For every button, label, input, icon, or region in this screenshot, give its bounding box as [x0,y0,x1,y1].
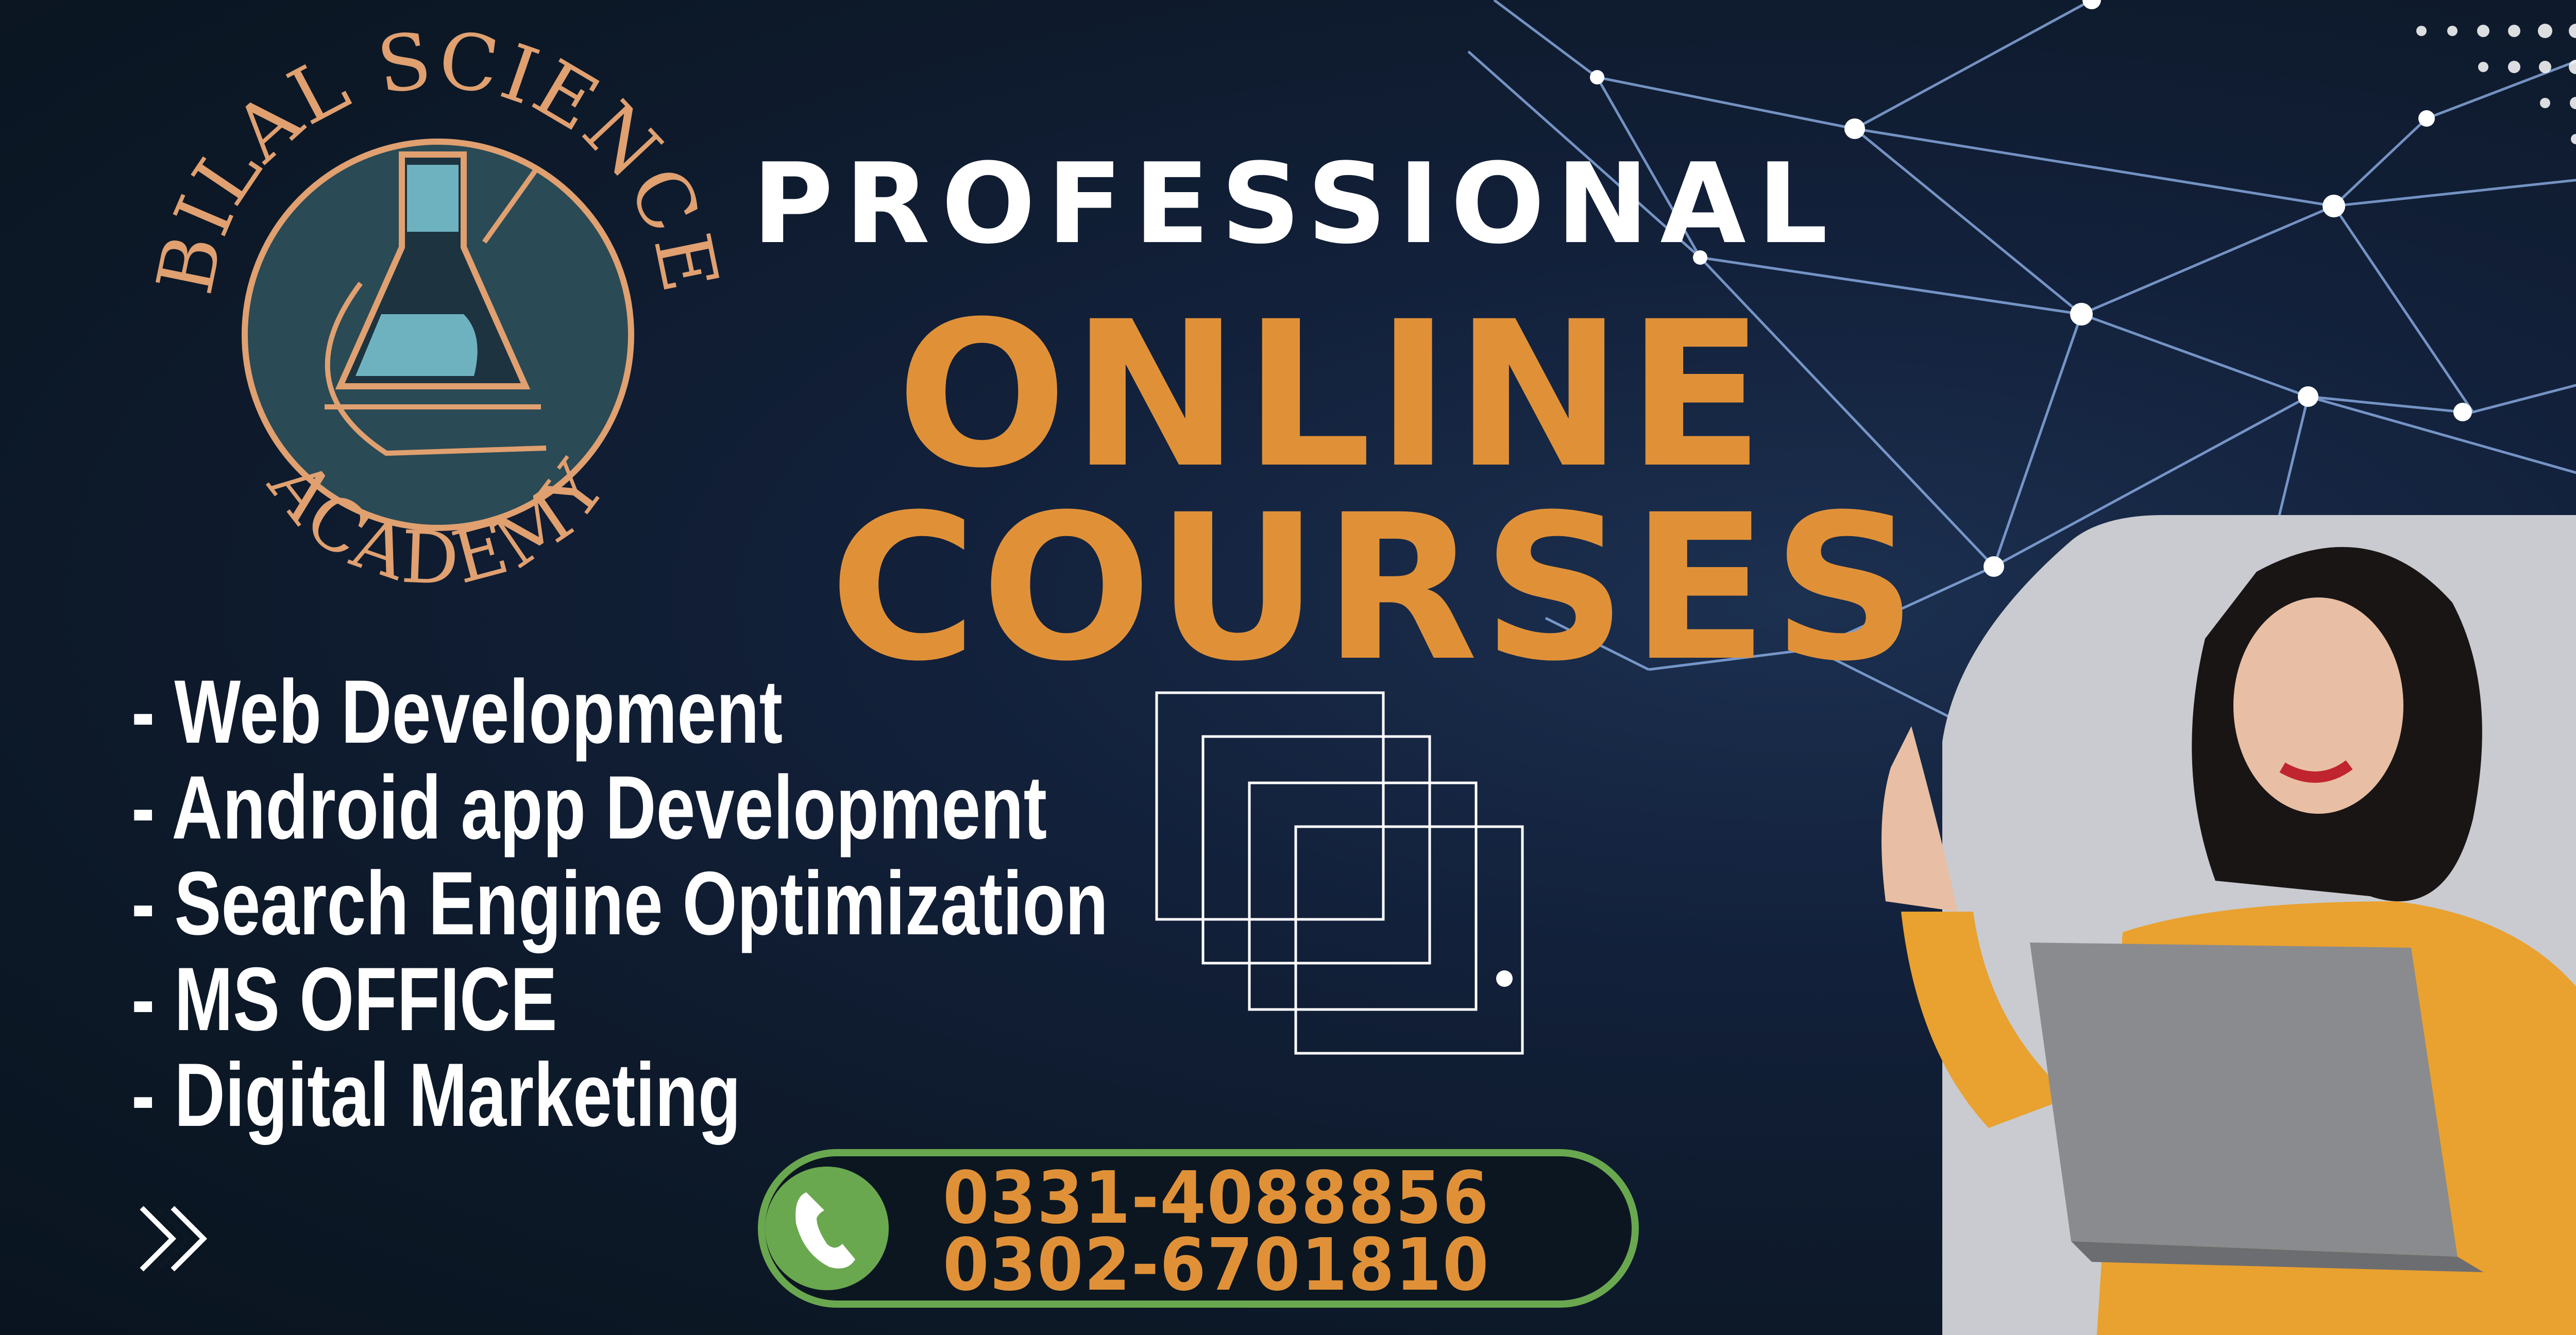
course-item: - Web Development [131,662,783,762]
course-item: - MS OFFICE [131,949,557,1050]
headline-professional: PROFESSIONAL [752,139,1839,268]
course-item: - Search Engine Optimization [131,853,1109,954]
phone-number-2[interactable]: 0302-6701810 [943,1223,1489,1307]
phone-icon [765,1167,889,1290]
double-chevron-right-icon [140,1206,208,1272]
academy-logo: BILAL SCIENCE ACADEMY [155,26,721,602]
course-item: - Digital Marketing [131,1045,741,1145]
overlapping-squares-decoration [1155,691,1524,1055]
woman-with-laptop-photo [1882,515,2576,1335]
course-item: - Android app Development [131,758,1047,858]
